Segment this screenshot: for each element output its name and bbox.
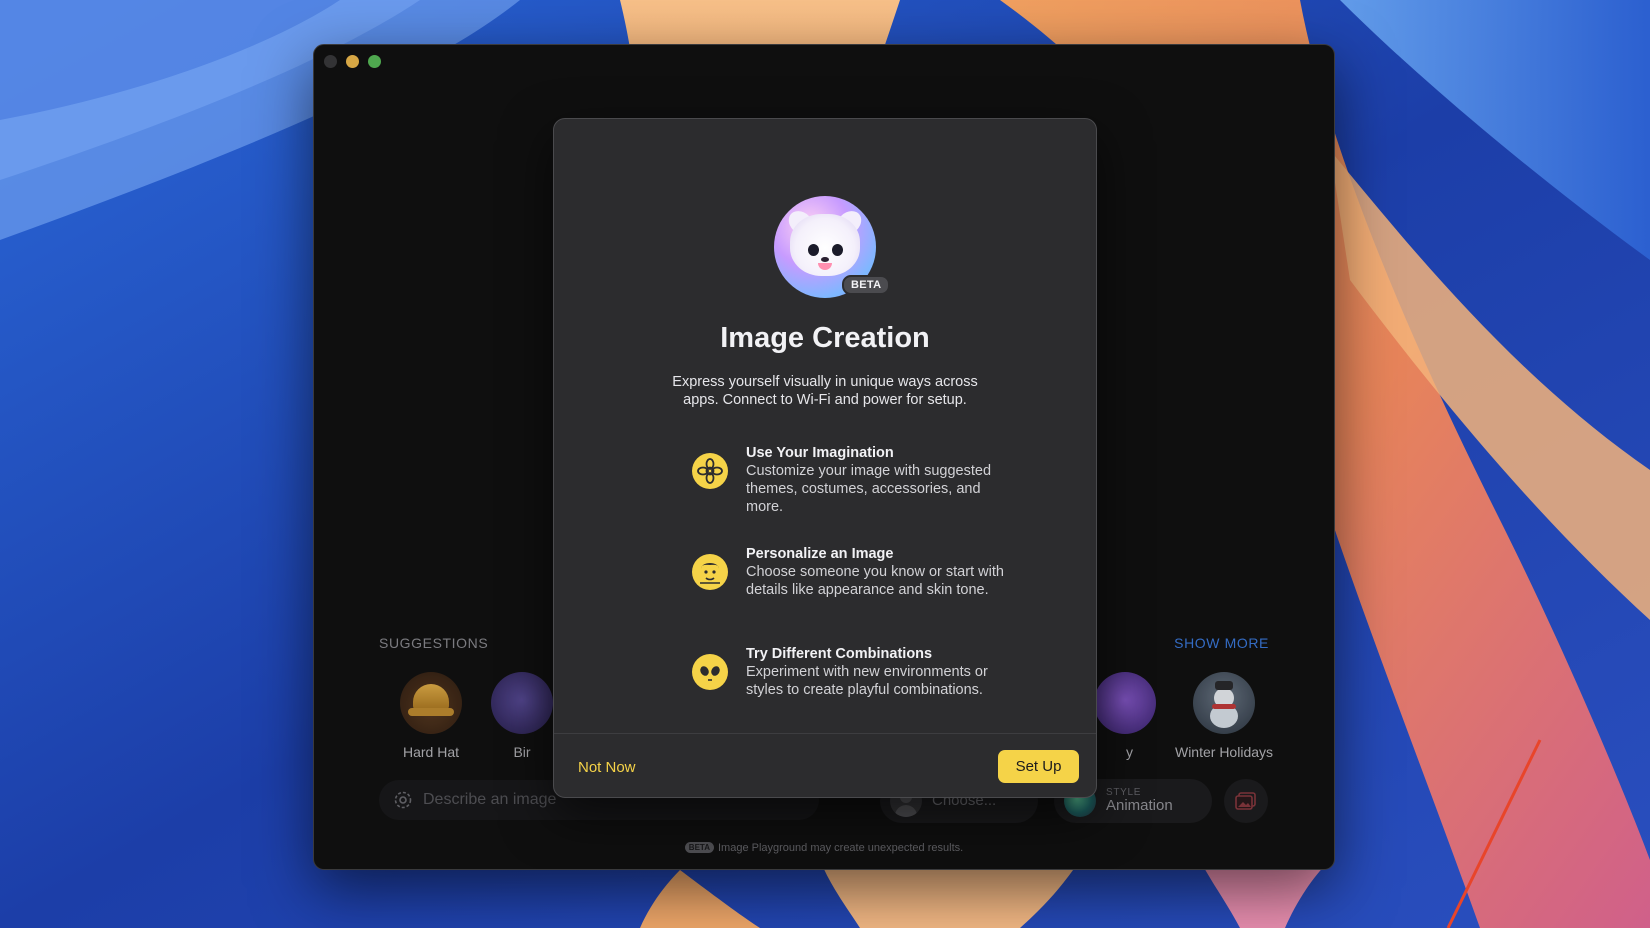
feature-title: Use Your Imagination (746, 445, 894, 461)
not-now-button[interactable]: Not Now (578, 759, 636, 776)
feature-try-different-combinations: Try Different Combinations Experiment wi… (692, 646, 1012, 699)
feature-description: Choose someone you know or start with de… (746, 564, 1004, 598)
image-creation-dialog: BETA Image Creation Express yourself vis… (553, 118, 1097, 798)
feature-title: Personalize an Image (746, 546, 894, 562)
person-face-icon (692, 554, 728, 590)
image-playground-window: SUGGESTIONS SHOW MORE Hard Hat Bir y Win… (313, 44, 1335, 870)
feature-personalize-an-image: Personalize an Image Choose someone you … (692, 546, 1012, 599)
feature-title: Try Different Combinations (746, 646, 933, 662)
feature-description: Experiment with new environments or styl… (746, 664, 988, 698)
flower-icon (692, 453, 728, 489)
dialog-subtitle: Express yourself visually in unique ways… (672, 374, 978, 408)
feature-description: Customize your image with suggested them… (746, 463, 992, 515)
alien-icon (692, 654, 728, 690)
dialog-title: Image Creation (720, 322, 930, 354)
feature-use-your-imagination: Use Your Imagination Customize your imag… (692, 445, 1012, 516)
beta-badge: BETA (842, 275, 891, 295)
dialog-divider (554, 733, 1096, 734)
set-up-button[interactable]: Set Up (998, 750, 1079, 783)
